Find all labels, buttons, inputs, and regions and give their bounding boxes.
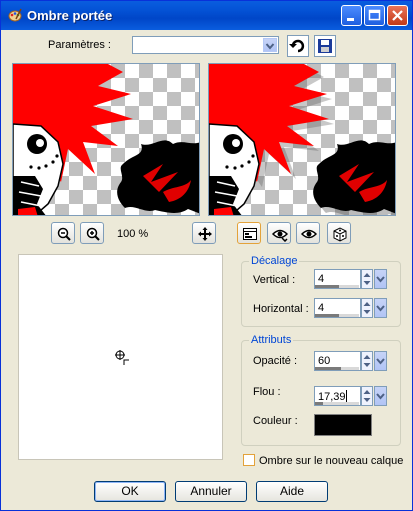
up-down-arrows-icon xyxy=(363,302,371,314)
result-preview[interactable] xyxy=(208,63,396,216)
opacity-spinner[interactable]: 60 xyxy=(314,351,387,371)
window-title: Ombre portée xyxy=(27,8,113,23)
opacity-up-down[interactable] xyxy=(361,351,373,371)
randomize-button[interactable] xyxy=(327,222,351,244)
close-button[interactable] xyxy=(387,5,408,26)
pan-button[interactable] xyxy=(192,222,216,244)
chevron-down-icon xyxy=(376,358,385,365)
params-label: Paramètres : xyxy=(48,39,111,51)
up-down-arrows-icon xyxy=(363,390,371,402)
offset-legend: Décalage xyxy=(249,255,300,267)
chevron-down-icon xyxy=(265,43,275,50)
blur-spinner[interactable]: 17,39 xyxy=(314,386,387,406)
vertical-up-down[interactable] xyxy=(361,269,373,289)
proof-button[interactable] xyxy=(267,222,291,244)
horizontal-spinner[interactable]: 4 xyxy=(314,298,387,318)
params-dropdown-arrow[interactable] xyxy=(263,38,277,52)
chevron-down-icon xyxy=(376,305,385,312)
dialog-window: Ombre portée Paramètres : 100 % Décalage… xyxy=(0,0,413,511)
paint-palette-icon xyxy=(8,8,22,22)
opacity-slider-track[interactable] xyxy=(315,367,359,370)
zoom-level: 100 % xyxy=(117,228,149,240)
original-preview-image xyxy=(13,64,199,215)
save-preset-button[interactable] xyxy=(314,35,336,57)
move-arrows-icon xyxy=(198,227,212,241)
crosshair-icon xyxy=(115,350,129,365)
close-icon xyxy=(392,10,403,21)
params-select[interactable] xyxy=(132,36,279,54)
opacity-value: 60 xyxy=(318,355,331,367)
vertical-spinner[interactable]: 4 xyxy=(314,269,387,289)
auto-proof-button[interactable] xyxy=(296,222,320,244)
result-preview-image xyxy=(209,64,395,215)
horizontal-slider-track[interactable] xyxy=(315,314,359,317)
maximize-icon xyxy=(368,9,381,21)
blur-dropdown[interactable] xyxy=(374,386,387,406)
original-preview[interactable] xyxy=(12,63,200,216)
horizontal-up-down[interactable] xyxy=(361,298,373,318)
attributes-legend: Attributs xyxy=(249,334,294,346)
new-layer-label[interactable]: Ombre sur le nouveau calque xyxy=(259,455,403,467)
blur-label: Flou : xyxy=(253,386,281,398)
zoom-in-button[interactable] xyxy=(80,222,104,244)
proof-eye-icon xyxy=(272,229,288,242)
vertical-slider-track[interactable] xyxy=(315,285,359,288)
horizontal-value: 4 xyxy=(318,302,325,314)
chevron-down-icon xyxy=(376,276,385,283)
offset-canvas[interactable] xyxy=(18,254,223,460)
minimize-button[interactable] xyxy=(341,5,362,26)
chevron-down-icon xyxy=(376,393,385,400)
new-layer-checkbox[interactable] xyxy=(243,454,255,466)
vertical-value: 4 xyxy=(318,273,325,285)
eye-icon xyxy=(301,229,317,239)
save-disk-icon xyxy=(318,39,332,53)
blur-up-down[interactable] xyxy=(361,386,373,406)
reset-arrow-icon xyxy=(289,39,305,53)
reset-button[interactable] xyxy=(287,35,309,57)
opacity-label: Opacité : xyxy=(253,355,298,367)
vertical-label: Vertical : xyxy=(253,274,296,286)
zoom-out-button[interactable] xyxy=(51,222,75,244)
up-down-arrows-icon xyxy=(363,355,371,367)
minimize-icon xyxy=(347,18,354,21)
horizontal-dropdown[interactable] xyxy=(374,298,387,318)
shadow-color-swatch[interactable] xyxy=(314,414,372,436)
help-button[interactable]: Aide xyxy=(256,481,328,502)
zoom-out-icon xyxy=(57,227,71,241)
maximize-button[interactable] xyxy=(364,5,385,26)
horizontal-label: Horizontal : xyxy=(253,303,309,315)
ok-button[interactable]: OK xyxy=(94,481,166,502)
opacity-dropdown[interactable] xyxy=(374,351,387,371)
preview-toggle-button[interactable] xyxy=(237,222,261,244)
zoom-in-icon xyxy=(86,227,100,241)
dice-icon xyxy=(333,227,347,242)
title-bar[interactable]: Ombre portée xyxy=(1,1,412,30)
color-label: Couleur : xyxy=(253,415,298,427)
preview-window-icon xyxy=(243,228,257,240)
vertical-dropdown[interactable] xyxy=(374,269,387,289)
up-down-arrows-icon xyxy=(363,273,371,285)
blur-slider-track[interactable] xyxy=(315,402,359,405)
cancel-button[interactable]: Annuler xyxy=(175,481,247,502)
